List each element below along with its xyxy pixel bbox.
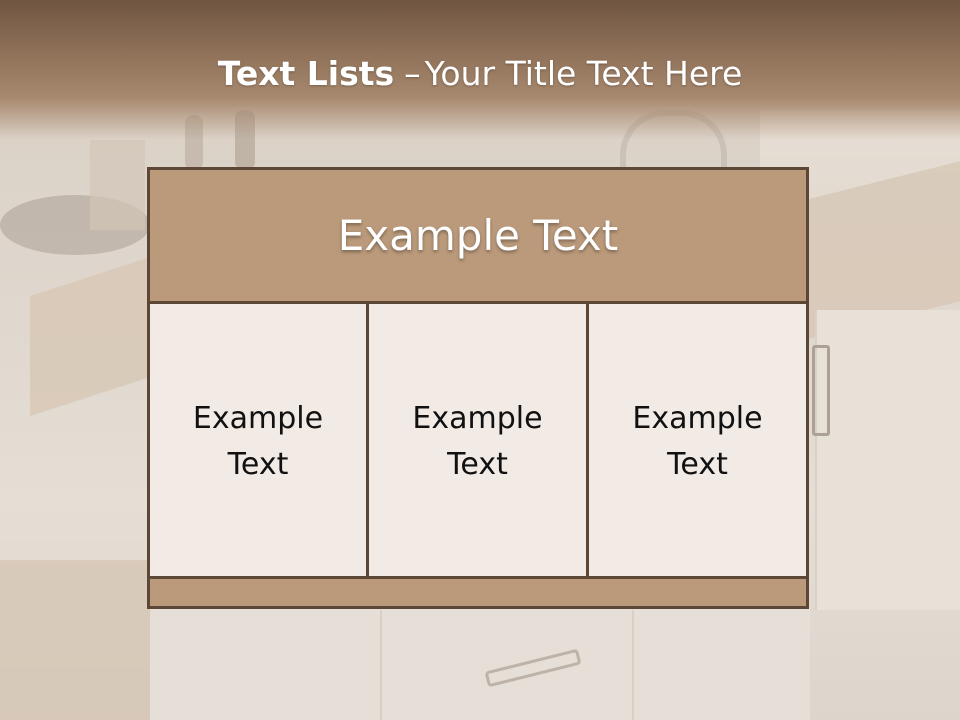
list-header-text: Example Text: [337, 211, 619, 260]
list-header: Example Text: [150, 170, 806, 304]
title-separator: –: [404, 54, 421, 93]
list-item-text: Example Text: [192, 401, 324, 482]
title-subtitle-text: Your Title Text Here: [424, 54, 743, 93]
list-item: Example Text: [589, 304, 806, 576]
list-item-text: Example Text: [632, 401, 763, 482]
slide: Text Lists – Your Title Text Here Example …: [0, 0, 960, 720]
list-footer-bar: [150, 576, 806, 606]
text-list-box: Example Text Example Text Example Text E…: [147, 167, 809, 609]
list-item-text: Example Text: [412, 401, 543, 482]
slide-title: Text Lists – Your Title Text Here: [0, 52, 960, 96]
list-item: Example Text: [150, 304, 369, 576]
list-item: Example Text: [369, 304, 589, 576]
list-columns: Example Text Example Text Example Text: [150, 304, 806, 576]
title-bold-text: Text Lists: [217, 54, 395, 93]
